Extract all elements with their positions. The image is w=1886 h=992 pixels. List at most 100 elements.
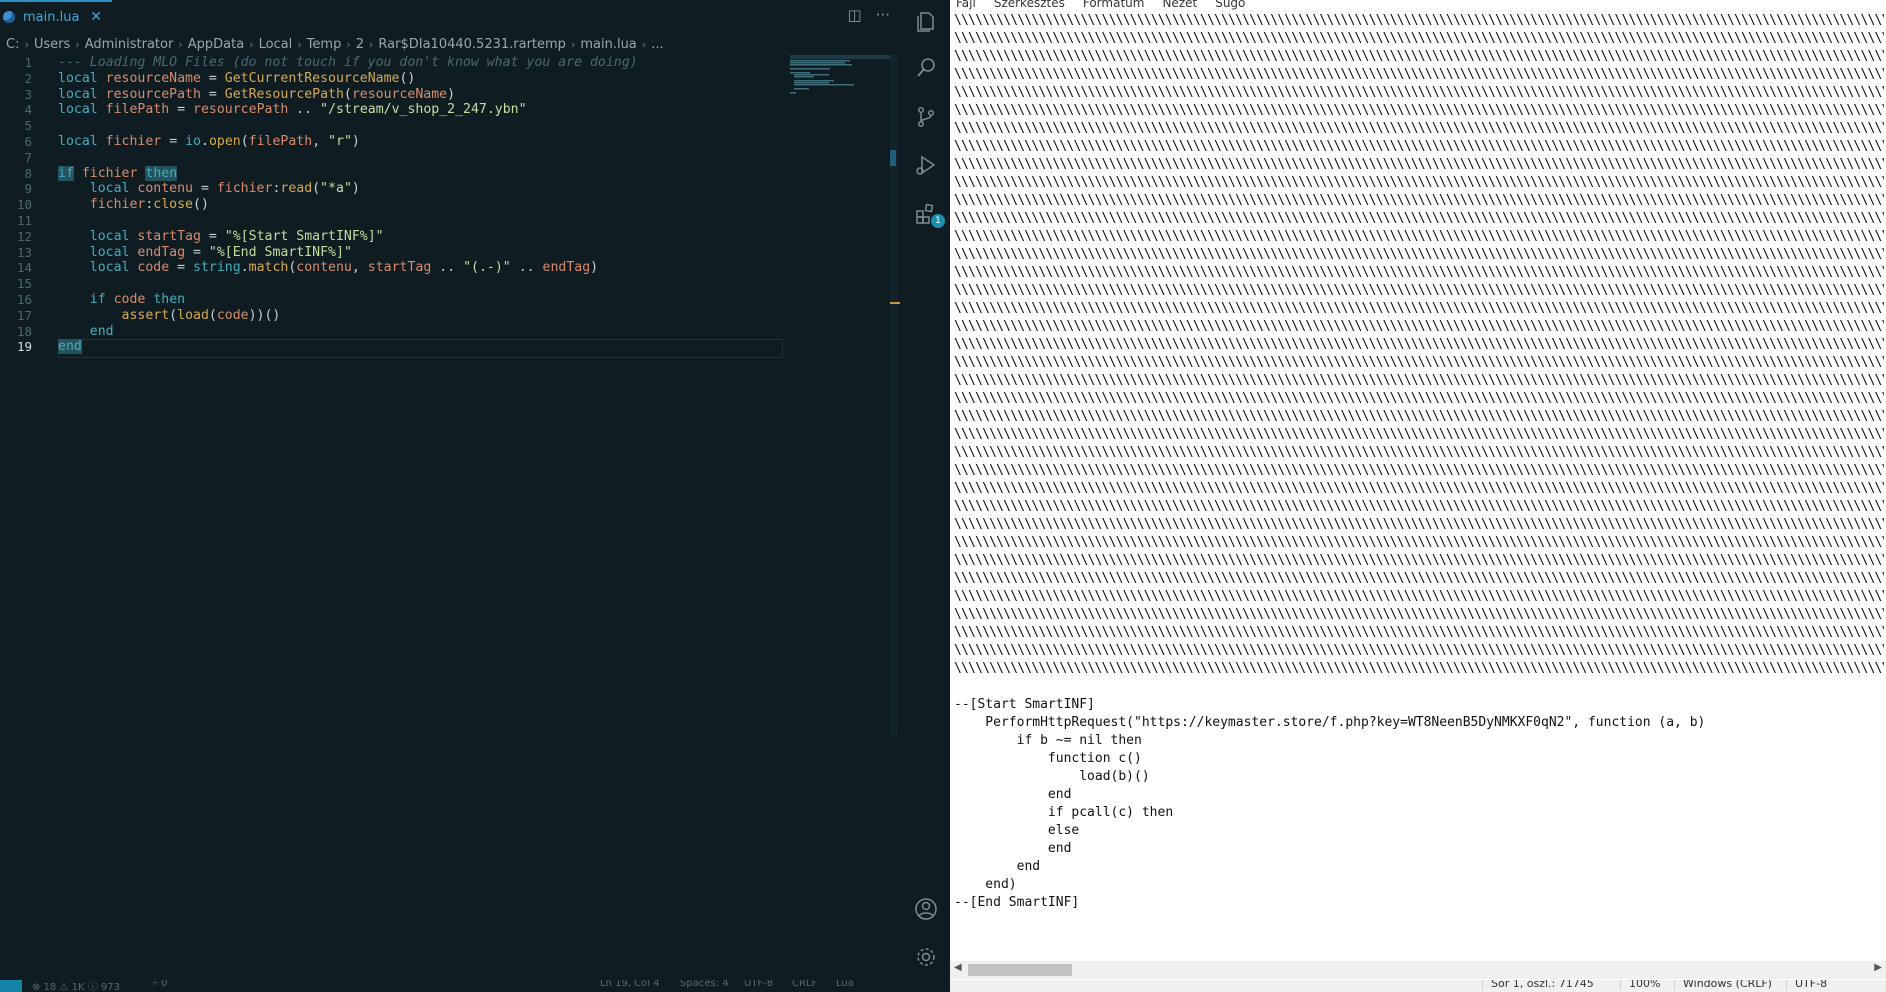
code-token: open [208, 134, 241, 149]
slash-row: \\\\\\\\\\\\\\\\\\\\\\\\\\\\\\\\\\\\\\\\… [954, 625, 1884, 640]
breadcrumb-item[interactable]: AppData [188, 37, 244, 52]
slash-row: \\\\\\\\\\\\\\\\\\\\\\\\\\\\\\\\\\\\\\\\… [954, 283, 1884, 298]
slash-row: \\\\\\\\\\\\\\\\\\\\\\\\\\\\\\\\\\\\\\\\… [954, 175, 1884, 190]
source-control-icon[interactable] [912, 103, 940, 131]
problems-indicator[interactable]: ⊗ 18 ⚠ 1K ⓘ 973 [32, 980, 120, 992]
slash-row: \\\\\\\\\\\\\\\\\\\\\\\\\\\\\\\\\\\\\\\\… [954, 409, 1884, 424]
scrollbar-thumb[interactable] [890, 150, 896, 166]
code-line: --[End SmartINF] [954, 895, 1080, 910]
slash-row: \\\\\\\\\\\\\\\\\\\\\\\\\\\\\\\\\\\\\\\\… [954, 607, 1884, 622]
menu-item[interactable]: Fájl [956, 0, 976, 10]
run-debug-icon[interactable] [912, 151, 940, 179]
breadcrumb-item[interactable]: Users [34, 37, 70, 52]
end-of-line[interactable]: CRLF [792, 980, 817, 989]
lua-file-icon [3, 11, 15, 23]
breadcrumb-separator-icon: › [249, 37, 254, 51]
code-line: end [954, 859, 1041, 874]
code-editor[interactable]: 1 --- Loading MLO Files (do not touch if … [0, 55, 790, 735]
code-line: end [954, 787, 1072, 802]
line-number: 11 [16, 213, 32, 228]
menu-item[interactable]: Nézet [1162, 0, 1197, 10]
line-number: 17 [16, 307, 32, 323]
breadcrumb-item[interactable]: ... [651, 37, 663, 52]
search-icon[interactable] [912, 54, 940, 82]
tab-label: main.lua [23, 9, 80, 25]
activity-bar: 1 [903, 0, 950, 992]
split-editor-icon[interactable]: ◫ [848, 6, 862, 24]
breadcrumb-item[interactable]: 2 [356, 37, 364, 52]
slash-row: \\\\\\\\\\\\\\\\\\\\\\\\\\\\\\\\\\\\\\\\… [954, 337, 1884, 352]
menu-item[interactable]: Formátum [1083, 0, 1145, 10]
code-token: startTag [367, 260, 432, 276]
code-token: local [89, 244, 130, 260]
minimap[interactable] [790, 55, 890, 95]
code-token: = [177, 260, 186, 276]
vscode-window: main.lua ✕ ◫ ··· C: › Users › Administrator ›… [0, 0, 950, 992]
explorer-icon[interactable] [912, 8, 940, 36]
slash-row: \\\\\\\\\\\\\\\\\\\\\\\\\\\\\\\\\\\\\\\\… [954, 31, 1884, 46]
breadcrumb-item[interactable]: main.lua [580, 37, 636, 52]
language-mode[interactable]: Lua [836, 980, 854, 989]
breadcrumb-separator-icon: › [24, 37, 29, 51]
slash-row: \\\\\\\\\\\\\\\\\\\\\\\\\\\\\\\\\\\\\\\\… [954, 553, 1884, 568]
settings-gear-icon[interactable] [912, 943, 940, 971]
slash-row: \\\\\\\\\\\\\\\\\\\\\\\\\\\\\\\\\\\\\\\\… [954, 427, 1884, 442]
remote-indicator-icon[interactable] [0, 980, 22, 992]
breadcrumb-item[interactable]: C: [6, 37, 19, 52]
extensions-icon[interactable]: 1 [912, 200, 945, 228]
code-token: --- Loading MLO Files (do not touch if y… [58, 55, 638, 70]
code-line[interactable]: 19 end [0, 339, 790, 359]
encoding[interactable]: UTF-8 [744, 980, 773, 989]
tab-main-lua[interactable]: main.lua ✕ [0, 0, 112, 32]
scroll-right-icon[interactable]: ▶ [1874, 962, 1882, 973]
breadcrumb-item[interactable]: Temp [307, 37, 342, 52]
code-token: filePath [105, 102, 170, 118]
close-icon[interactable]: ✕ [90, 9, 102, 25]
slash-row: \\\\\\\\\\\\\\\\\\\\\\\\\\\\\\\\\\\\\\\\… [954, 139, 1884, 154]
scroll-left-icon[interactable]: ◀ [954, 962, 962, 973]
code-token: filePath [248, 134, 313, 149]
notepad-text-area[interactable]: \\\\\\\\\\\\\\\\\\\\\\\\\\\\\\\\\\\\\\\\… [954, 12, 1884, 962]
code-token: = [177, 102, 186, 118]
tab-bar: main.lua ✕ ◫ ··· [0, 0, 950, 32]
notepad-horizontal-scrollbar[interactable]: ◀ ▶ [950, 961, 1886, 979]
line-number: 14 [16, 260, 32, 276]
breadcrumb-item[interactable]: Local [259, 37, 293, 52]
code-token: end [89, 323, 114, 339]
slash-row: \\\\\\\\\\\\\\\\\\\\\\\\\\\\\\\\\\\\\\\\… [954, 517, 1884, 532]
code-token: if [89, 292, 106, 307]
slash-padding-text: \\\\\\\\\\\\\\\\\\\\\\\\\\\\\\\\\\\\\\\\… [954, 12, 1884, 682]
code-token: code [113, 292, 146, 307]
line-number: 15 [16, 276, 32, 292]
more-actions-icon[interactable]: ··· [876, 6, 890, 24]
account-icon[interactable] [912, 895, 940, 923]
slash-row: \\\\\\\\\\\\\\\\\\\\\\\\\\\\\\\\\\\\\\\\… [954, 499, 1884, 514]
code-line: end) [954, 877, 1017, 892]
code-line: function c() [954, 751, 1142, 766]
breadcrumb-item[interactable]: Administrator [85, 37, 174, 52]
scrollbar-thumb[interactable] [968, 964, 1072, 976]
slash-row: \\\\\\\\\\\\\\\\\\\\\\\\\\\\\\\\\\\\\\\\… [954, 301, 1884, 316]
breadcrumb-separator-icon: › [369, 37, 374, 51]
menu-item[interactable]: Súgó [1215, 0, 1245, 10]
code-token: "(.-)" [463, 260, 511, 276]
slash-row: \\\\\\\\\\\\\\\\\\\\\\\\\\\\\\\\\\\\\\\\… [954, 229, 1884, 244]
code-token: fichier [216, 181, 273, 197]
code-token: = [193, 244, 201, 260]
slash-row: \\\\\\\\\\\\\\\\\\\\\\\\\\\\\\\\\\\\\\\\… [954, 157, 1884, 172]
breadcrumb-item[interactable]: Rar$DIa10440.5231.rartemp [378, 37, 566, 52]
notepad-status-bar: Sor 1, oszl.: 71745 100% Windows (CRLF) … [950, 980, 1886, 992]
ports-indicator[interactable]: ⑃ 0 [152, 980, 168, 989]
code-token: assert [121, 307, 170, 323]
cursor-position[interactable]: Ln 19, Col 4 [600, 980, 660, 989]
indentation[interactable]: Spaces: 4 [680, 980, 729, 989]
code-token: resourcePath [105, 86, 201, 102]
slash-row: \\\\\\\\\\\\\\\\\\\\\\\\\\\\\\\\\\\\\\\\… [954, 265, 1884, 280]
scrollbar-marker [890, 302, 900, 318]
menu-item[interactable]: Szerkesztés [994, 0, 1065, 10]
breadcrumb-separator-icon: › [75, 37, 80, 51]
code-token: close [153, 197, 193, 213]
editor-vertical-scrollbar[interactable] [890, 55, 898, 735]
current-line-highlight [58, 339, 783, 359]
slash-row: \\\\\\\\\\\\\\\\\\\\\\\\\\\\\\\\\\\\\\\\… [954, 49, 1884, 64]
